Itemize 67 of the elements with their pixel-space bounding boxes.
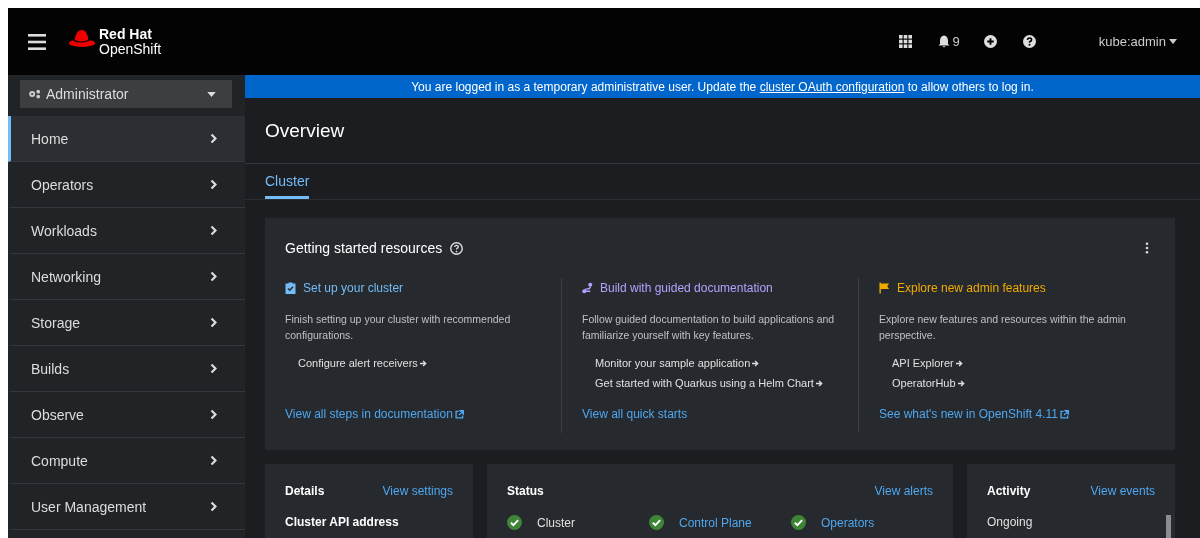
footer-link[interactable]: View all quick starts: [582, 407, 838, 433]
view-alerts-link[interactable]: View alerts: [874, 484, 933, 498]
arrow-icon: [957, 379, 965, 387]
column-title-link[interactable]: Build with guided documentation: [600, 281, 773, 295]
external-link-icon: [454, 409, 464, 419]
external-link-icon: [1059, 409, 1069, 419]
card-title: Details: [285, 484, 325, 498]
bell-icon: [937, 35, 950, 48]
app-grid-icon[interactable]: [898, 35, 912, 48]
chevron-icon: [210, 225, 217, 236]
oauth-link[interactable]: cluster OAuth configuration: [759, 79, 905, 94]
column-description: Follow guided documentation to build applications and familiarize yourself with key features.: [582, 312, 836, 343]
menu-icon[interactable]: [28, 33, 46, 50]
quick-link[interactable]: Get started with Quarkus using a Helm Chart: [595, 377, 838, 389]
gears-icon: [28, 89, 41, 99]
hat-logo-icon: [68, 28, 96, 49]
chevron-icon: [210, 317, 217, 328]
column-title-link[interactable]: Set up your cluster: [303, 281, 404, 295]
status-link[interactable]: Operators: [821, 515, 875, 530]
product-name: OpenShift: [99, 41, 162, 57]
chevron-icon: [210, 179, 217, 190]
column-title-link[interactable]: Explore new admin features: [897, 281, 1046, 295]
chevron-icon: [210, 455, 217, 466]
brand-name: Red Hat: [99, 26, 153, 42]
arrow-icon: [752, 359, 760, 367]
scrollbar[interactable]: [1166, 515, 1171, 538]
help-icon[interactable]: [1022, 35, 1036, 48]
chevron-icon: [210, 271, 217, 282]
column-description: Explore new features and resources within the admin perspective.: [879, 312, 1127, 343]
sidebar-item[interactable]: Home: [8, 116, 245, 162]
status-label: Cluster: [537, 515, 575, 530]
footer-link[interactable]: View all steps in documentation: [285, 407, 541, 433]
card-title: Activity: [987, 484, 1031, 498]
quick-link[interactable]: Configure alert receivers: [298, 357, 541, 369]
caret-icon: [207, 91, 216, 97]
chevron-icon: [210, 363, 217, 374]
view-settings-link[interactable]: View settings: [382, 484, 453, 498]
caret-icon: [1169, 39, 1177, 44]
banner-text: You are logged in as a temporary administrative user. Update the cluster OAuth configuration to allow others to log in.: [411, 79, 1034, 94]
notifications-button[interactable]: 9: [937, 34, 960, 49]
chevron-icon: [210, 409, 217, 420]
arrow-icon: [955, 359, 963, 367]
arrow-icon: [815, 379, 823, 387]
kebab-menu-icon[interactable]: [1145, 242, 1149, 254]
card-title: Getting started resources: [285, 240, 443, 256]
status-link[interactable]: Control Plane: [679, 515, 752, 530]
column-description: Finish setting up your cluster with recommended configurations.: [285, 312, 512, 343]
plus-icon[interactable]: [983, 35, 997, 48]
arrow-icon: [419, 359, 427, 367]
view-events-link[interactable]: View events: [1090, 484, 1155, 498]
check-circle-icon: [507, 515, 522, 530]
chevron-icon: [210, 133, 217, 144]
section-label: Ongoing: [987, 515, 1033, 531]
chevron-icon: [210, 501, 217, 512]
perspective-switcher[interactable]: Administrator: [20, 80, 232, 108]
help-icon[interactable]: [450, 241, 464, 255]
check-circle-icon: [791, 515, 806, 530]
check-circle-icon: [649, 515, 664, 530]
quick-link[interactable]: API Explorer: [892, 357, 1135, 369]
field-label: Cluster API address: [285, 515, 400, 529]
user-menu[interactable]: kube:admin: [1098, 34, 1177, 49]
quick-link[interactable]: Monitor your sample application: [595, 357, 838, 369]
card-title: Status: [507, 484, 544, 498]
footer-link[interactable]: See what's new in OpenShift 4.11: [879, 407, 1135, 433]
tab[interactable]: Cluster: [265, 164, 310, 199]
page-title: Overview: [265, 119, 345, 142]
quick-link[interactable]: OperatorHub: [892, 377, 1135, 389]
